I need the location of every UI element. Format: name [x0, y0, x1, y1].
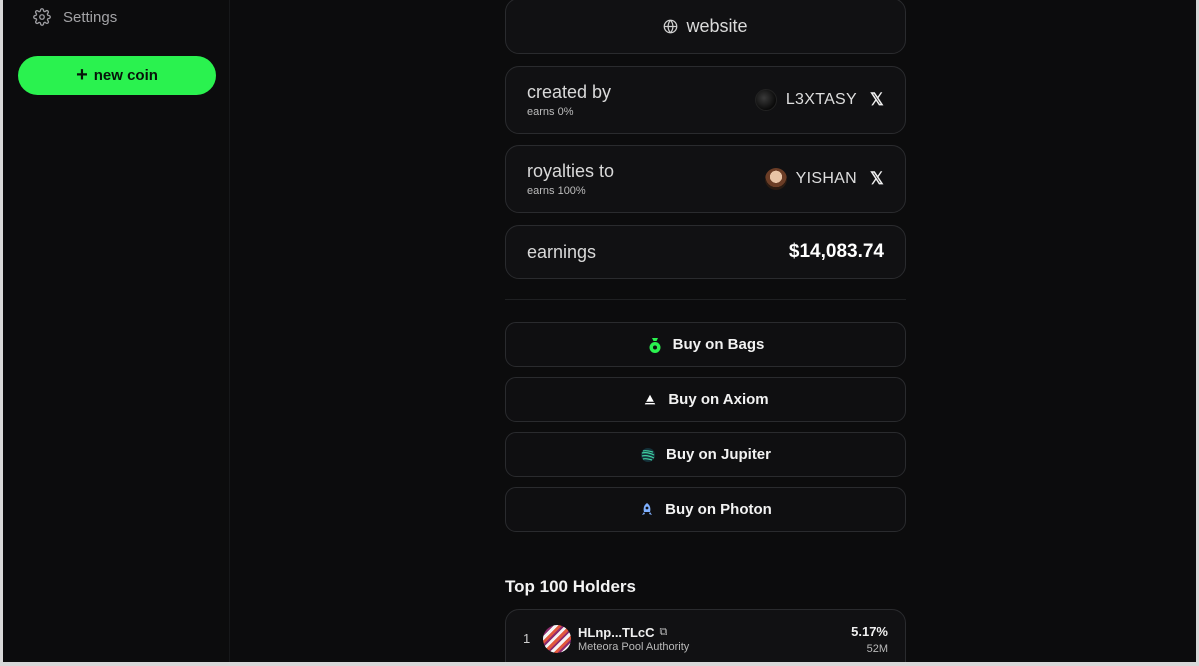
created-by-panel: created by earns 0% L3XTASY 𝕏: [505, 66, 906, 134]
buy-label: Buy on Axiom: [668, 391, 769, 408]
buy-on-bags-button[interactable]: Buy on Bags: [505, 322, 906, 367]
buy-label: Buy on Photon: [665, 501, 772, 518]
buy-on-jupiter-button[interactable]: Buy on Jupiter: [505, 432, 906, 477]
avatar: [543, 625, 571, 653]
rocket-icon: [639, 502, 655, 518]
holder-name: Meteora Pool Authority: [578, 641, 690, 653]
buy-label: Buy on Bags: [672, 336, 765, 353]
earnings-label: earnings: [527, 241, 597, 262]
earnings-panel: earnings $14,083.74: [505, 225, 906, 279]
plus-icon: +: [76, 63, 88, 86]
royalties-earns: earns 100%: [527, 185, 586, 197]
holder-address-text: HLnp...TLcC: [578, 625, 655, 640]
triangle-icon: [642, 392, 658, 408]
holder-percent: 5.17%: [851, 624, 888, 639]
globe-icon: [664, 19, 678, 33]
holders-title: Top 100 Holders: [505, 577, 636, 596]
new-coin-button[interactable]: + new coin: [18, 56, 216, 95]
sidebar: Settings + new coin: [3, 0, 230, 662]
divider: [505, 299, 906, 300]
buy-on-photon-button[interactable]: Buy on Photon: [505, 487, 906, 532]
buy-on-axiom-button[interactable]: Buy on Axiom: [505, 377, 906, 422]
holder-rank: 1: [523, 631, 531, 646]
royalties-text: royalties to earns 100%: [527, 161, 614, 197]
money-bag-icon: [647, 337, 663, 353]
settings-label: Settings: [63, 8, 118, 26]
avatar: [754, 89, 777, 111]
created-by-label: created by: [527, 82, 612, 102]
x-logo-icon[interactable]: 𝕏: [870, 169, 884, 189]
jupiter-icon: [640, 447, 656, 463]
app-window: Settings + new coin website created by e…: [3, 0, 1196, 662]
website-label: website: [686, 15, 748, 36]
gear-icon: [33, 8, 51, 26]
buy-label: Buy on Jupiter: [665, 446, 771, 463]
royalty-recipient-name: YISHAN: [795, 170, 857, 187]
creator-name: L3XTASY: [785, 91, 857, 108]
avatar: [764, 168, 787, 190]
sidebar-item-settings[interactable]: Settings: [33, 7, 117, 27]
earnings-value: $14,083.74: [788, 241, 884, 262]
created-by-text: created by earns 0%: [527, 82, 611, 118]
copy-icon[interactable]: ⧉: [660, 626, 668, 639]
holder-address: HLnp...TLcC ⧉: [578, 625, 667, 640]
creator-profile[interactable]: L3XTASY 𝕏: [754, 89, 884, 111]
created-by-earns: earns 0%: [527, 106, 574, 118]
royalties-panel: royalties to earns 100% YISHAN 𝕏: [505, 145, 906, 213]
holder-amount: 52M: [866, 643, 888, 655]
royalties-label: royalties to: [527, 161, 615, 181]
royalty-recipient-profile[interactable]: YISHAN 𝕏: [764, 168, 884, 190]
website-button[interactable]: website: [505, 0, 906, 54]
new-coin-label: new coin: [93, 67, 158, 84]
x-logo-icon[interactable]: 𝕏: [870, 90, 884, 110]
table-row[interactable]: 1 HLnp...TLcC ⧉ Meteora Pool Authority 5…: [505, 609, 906, 662]
